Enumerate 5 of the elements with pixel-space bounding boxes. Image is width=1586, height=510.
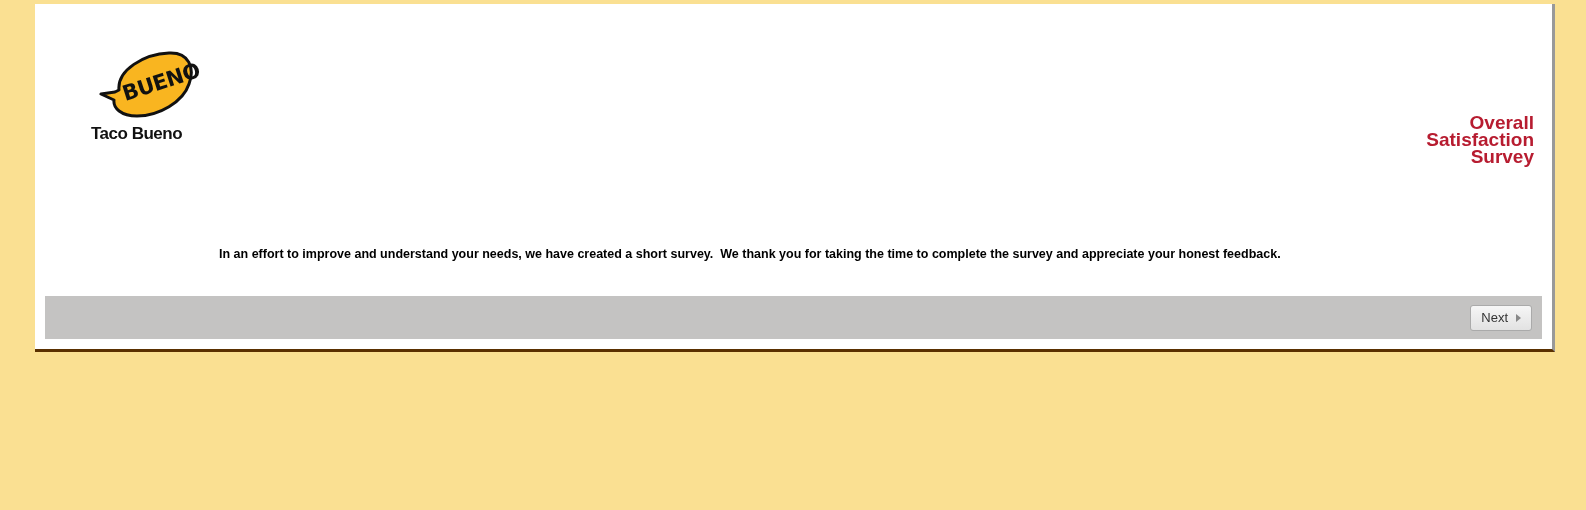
brand-name: Taco Bueno [91,124,183,144]
next-button[interactable]: Next [1470,304,1532,331]
survey-title: Overall Satisfaction Survey [1426,114,1534,165]
caret-icon [1516,313,1521,322]
intro-text: In an effort to improve and understand your needs, we have created a short survey. We thank you for taking the time to complete the survey and appreciate your honest feedback. [219,246,1282,262]
